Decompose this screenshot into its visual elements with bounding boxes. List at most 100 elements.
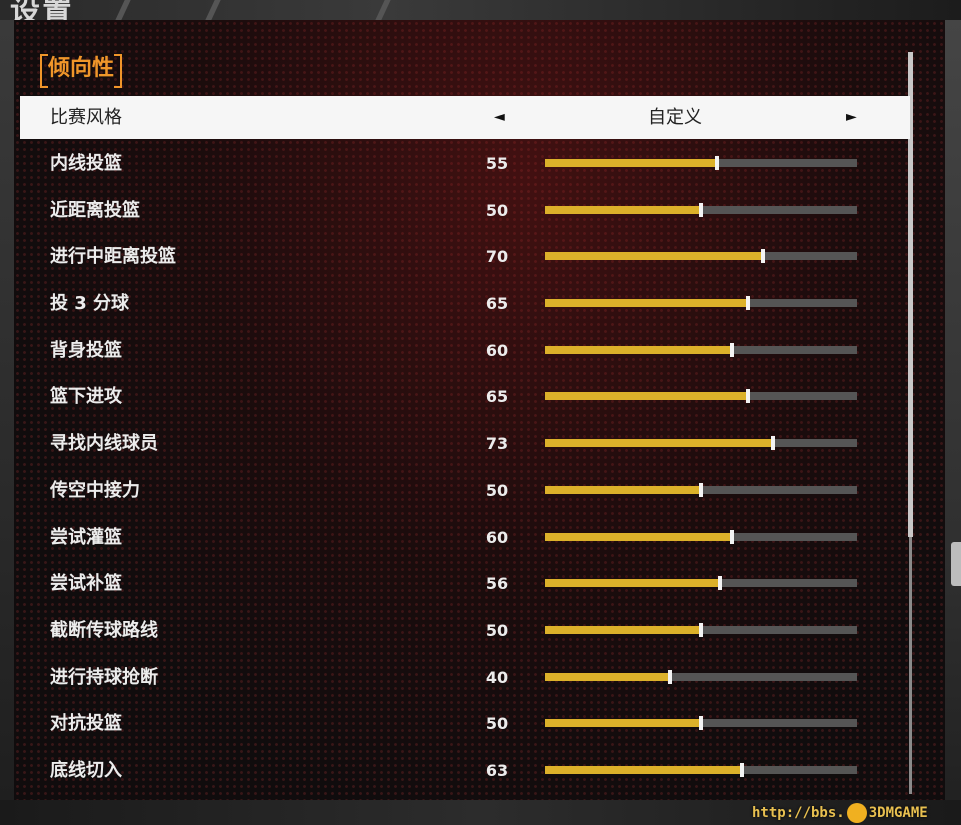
- slider-track[interactable]: [545, 622, 857, 637]
- right-frame-edge: [945, 20, 961, 825]
- slider-handle[interactable]: [730, 342, 735, 357]
- tendency-value: 60: [485, 340, 509, 360]
- slider-track[interactable]: [545, 249, 857, 264]
- tendency-slider-row[interactable]: 进行中距离投篮 70: [20, 234, 910, 281]
- tendency-value: 65: [485, 387, 509, 407]
- tendency-slider-row[interactable]: 传空中接力 50: [20, 468, 910, 515]
- slider-fill: [545, 579, 720, 588]
- slider-fill: [545, 719, 701, 728]
- header-stripe: [375, 0, 391, 20]
- slider-track[interactable]: [545, 529, 857, 544]
- side-tab-handle[interactable]: [951, 542, 961, 586]
- slider-track[interactable]: [545, 669, 857, 684]
- tendency-label: 尝试补篮: [50, 573, 122, 595]
- tendency-label: 背身投篮: [50, 339, 122, 361]
- slider-handle[interactable]: [717, 576, 722, 591]
- tendency-value: 60: [485, 527, 509, 547]
- slider-track[interactable]: [545, 762, 857, 777]
- slider-fill: [545, 672, 670, 681]
- header-stripe: [115, 0, 131, 20]
- arrow-left-icon[interactable]: ◄: [494, 96, 505, 139]
- slider-fill: [545, 439, 773, 448]
- tendency-label: 传空中接力: [50, 479, 140, 501]
- slider-track[interactable]: [545, 716, 857, 731]
- slider-handle[interactable]: [730, 529, 735, 544]
- tendency-label: 进行持球抢断: [50, 666, 158, 688]
- tendency-slider-row[interactable]: 尝试补篮 56: [20, 561, 910, 608]
- tendency-slider-row[interactable]: 进行持球抢断 40: [20, 655, 910, 702]
- tendency-value: 73: [485, 434, 509, 454]
- slider-track[interactable]: [545, 156, 857, 170]
- slider-handle[interactable]: [714, 156, 719, 170]
- slider-handle[interactable]: [699, 716, 703, 731]
- tendency-slider-row[interactable]: 对抗投篮 50: [20, 701, 910, 748]
- play-style-selector[interactable]: 比赛风格 ◄ 自定义 ►: [20, 96, 910, 139]
- tendency-slider-row[interactable]: 寻找内线球员 73: [20, 421, 910, 468]
- tendency-slider-row[interactable]: 尝试灌篮 60: [20, 515, 910, 562]
- top-header-strip: 设置: [0, 0, 961, 20]
- slider-handle[interactable]: [745, 296, 750, 311]
- section-title: 倾向性: [39, 52, 123, 88]
- slider-fill: [545, 205, 701, 214]
- tendency-label: 截断传球路线: [50, 619, 158, 641]
- tendency-value: 63: [485, 760, 509, 780]
- tendency-slider-row[interactable]: 截断传球路线 50: [20, 608, 910, 655]
- tendency-value: 70: [485, 247, 509, 267]
- tendency-value: 50: [485, 480, 509, 500]
- tendency-label: 底线切入: [50, 759, 122, 781]
- slider-handle[interactable]: [745, 389, 750, 404]
- tendency-slider-row[interactable]: 篮下进攻 65: [20, 374, 910, 421]
- slider-track[interactable]: [545, 202, 857, 217]
- play-style-label: 比赛风格: [50, 107, 122, 128]
- slider-fill: [545, 532, 733, 541]
- slider-fill: [545, 345, 733, 354]
- tendency-label: 内线投篮: [50, 153, 122, 174]
- slider-track[interactable]: [545, 576, 857, 591]
- tendency-slider-row[interactable]: 投 3 分球 65: [20, 281, 910, 328]
- tendency-label: 对抗投篮: [50, 713, 122, 735]
- slider-handle[interactable]: [739, 762, 744, 777]
- tendency-label: 进行中距离投篮: [50, 246, 176, 268]
- slider-fill: [545, 159, 717, 167]
- screen-title: 设置: [10, 0, 74, 20]
- tendency-value: 40: [485, 667, 509, 687]
- watermark: http://bbs. 3DMGAME: [752, 803, 928, 823]
- slider-handle[interactable]: [699, 202, 703, 217]
- header-stripe: [205, 0, 221, 20]
- watermark-brand: 3DMGAME: [868, 805, 928, 821]
- slider-handle[interactable]: [699, 482, 703, 497]
- slider-handle[interactable]: [667, 669, 672, 684]
- tendency-value: 50: [485, 714, 509, 734]
- slider-fill: [545, 765, 742, 774]
- slider-track[interactable]: [545, 482, 857, 497]
- tendency-value: 50: [485, 200, 509, 220]
- play-style-value: 自定义: [648, 107, 702, 128]
- arrow-right-icon[interactable]: ►: [846, 96, 857, 139]
- slider-track[interactable]: [545, 342, 857, 357]
- slider-fill: [545, 625, 701, 634]
- tendency-list: 内线投篮 55 近距离投篮 50 进行中距离投篮 70 投 3 分球 65 背身投篮 60 篮下进攻…: [20, 141, 910, 795]
- slider-fill: [545, 392, 748, 401]
- tendency-label: 寻找内线球员: [50, 433, 158, 455]
- tendency-slider-row[interactable]: 近距离投篮 50: [20, 188, 910, 235]
- tendency-value: 65: [485, 294, 509, 314]
- slider-track[interactable]: [545, 389, 857, 404]
- slider-handle[interactable]: [761, 249, 766, 264]
- slider-handle[interactable]: [770, 436, 775, 451]
- slider-fill: [545, 252, 764, 261]
- tendency-slider-row[interactable]: 底线切入 63: [20, 748, 910, 795]
- slider-handle[interactable]: [699, 622, 703, 637]
- slider-track[interactable]: [545, 296, 857, 311]
- tendency-value: 55: [485, 154, 509, 173]
- tendency-value: 56: [485, 574, 509, 594]
- tendency-slider-row[interactable]: 背身投篮 60: [20, 328, 910, 375]
- tendency-value: 50: [485, 620, 509, 640]
- tendency-label: 投 3 分球: [50, 293, 130, 315]
- slider-fill: [545, 299, 748, 308]
- watermark-url: http://bbs.: [752, 805, 845, 821]
- slider-track[interactable]: [545, 436, 857, 451]
- tendency-label: 近距离投篮: [50, 199, 140, 221]
- slider-fill: [545, 485, 701, 494]
- watermark-logo-icon: [846, 803, 867, 823]
- tendency-slider-row[interactable]: 内线投篮 55: [20, 141, 910, 188]
